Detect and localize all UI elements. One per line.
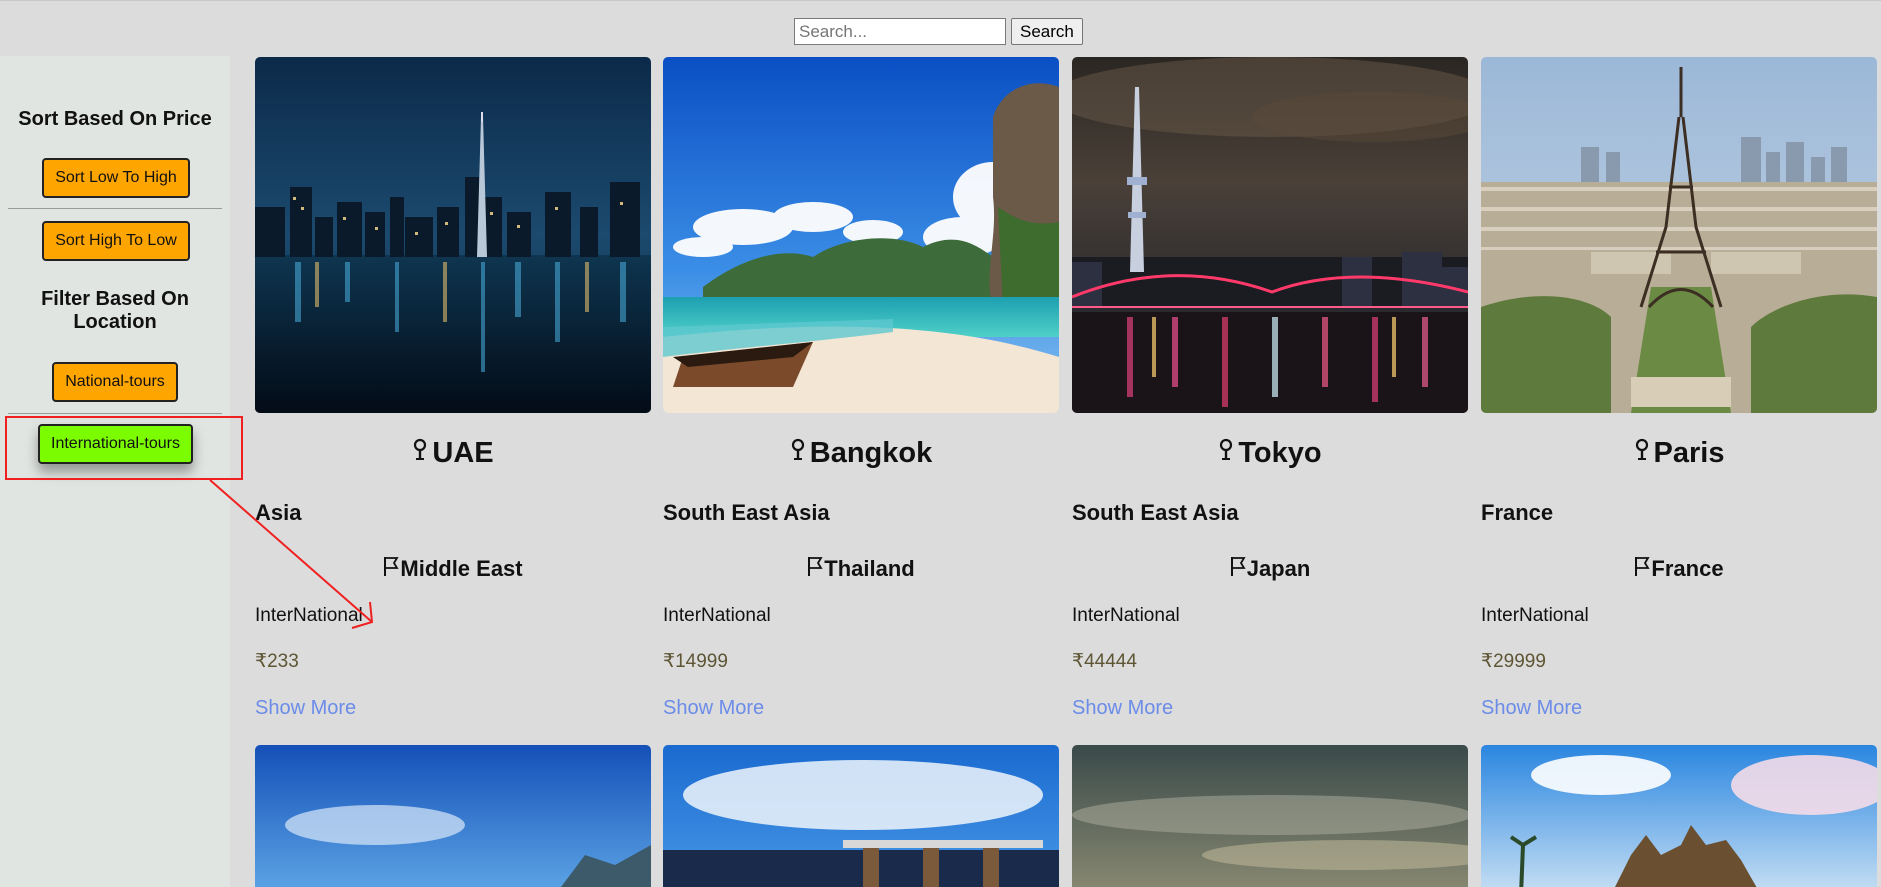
- card-region: Asia: [255, 500, 302, 525]
- card-price: ₹29999: [1481, 651, 1546, 672]
- card-city-label: UAE: [432, 437, 494, 469]
- search-bar: Search: [794, 18, 1083, 45]
- sort-low-to-high-button[interactable]: Sort Low To High: [42, 158, 190, 198]
- card-country: Middle East: [255, 555, 651, 583]
- map-pin-icon: [1634, 436, 1650, 470]
- annotation-highlight-box: [5, 416, 243, 480]
- card-city: Paris: [1481, 436, 1877, 470]
- card-city: UAE: [255, 436, 651, 470]
- search-button[interactable]: Search: [1011, 18, 1083, 45]
- card-tour-type: InterNational: [255, 605, 363, 626]
- show-more-link[interactable]: Show More: [1481, 696, 1877, 720]
- divider: [8, 208, 222, 209]
- card-tour-type: InterNational: [1072, 605, 1180, 626]
- card-price: ₹14999: [663, 651, 728, 672]
- sort-heading: Sort Based On Price: [18, 108, 212, 130]
- card-country-label: Middle East: [400, 556, 523, 581]
- map-pin-icon: [790, 436, 806, 470]
- card-image-partial[interactable]: [1481, 745, 1877, 887]
- card-country-label: Japan: [1246, 556, 1311, 581]
- divider: [8, 413, 222, 414]
- sort-high-to-low-button[interactable]: Sort High To Low: [42, 221, 190, 261]
- search-input[interactable]: [794, 18, 1006, 45]
- flag-icon: [807, 555, 823, 583]
- card-region: South East Asia: [663, 500, 830, 525]
- card-city: Tokyo: [1072, 436, 1468, 470]
- card-image-partial[interactable]: [663, 745, 1059, 887]
- card-region: France: [1481, 500, 1554, 525]
- map-pin-icon: [412, 436, 428, 470]
- card-price: ₹44444: [1072, 651, 1137, 672]
- card-image-bangkok[interactable]: [663, 57, 1059, 413]
- card-country: Thailand: [663, 555, 1059, 583]
- filter-heading: Filter Based On Location: [41, 288, 189, 333]
- card-city: Bangkok: [663, 436, 1059, 470]
- card-image-partial[interactable]: [1072, 745, 1468, 887]
- show-more-link[interactable]: Show More: [663, 696, 1059, 720]
- show-more-link[interactable]: Show More: [255, 696, 651, 720]
- card-city-label: Tokyo: [1238, 437, 1322, 469]
- map-pin-icon: [1218, 436, 1234, 470]
- card-country: Japan: [1072, 555, 1468, 583]
- card-image-partial[interactable]: [255, 745, 651, 887]
- card-image-tokyo[interactable]: [1072, 57, 1468, 413]
- card-tour-type: InterNational: [663, 605, 771, 626]
- flag-icon: [1634, 555, 1651, 583]
- card-price: ₹233: [255, 651, 299, 672]
- card-tour-type: InterNational: [1481, 605, 1589, 626]
- flag-icon: [1230, 555, 1246, 583]
- card-country-label: Thailand: [824, 556, 915, 581]
- national-tours-button[interactable]: National-tours: [52, 362, 178, 402]
- card-country-label: France: [1651, 556, 1724, 581]
- card-city-label: Paris: [1653, 437, 1725, 469]
- card-region: South East Asia: [1072, 500, 1239, 525]
- show-more-link[interactable]: Show More: [1072, 696, 1468, 720]
- card-image-paris[interactable]: [1481, 57, 1877, 413]
- card-image-uae[interactable]: [255, 57, 651, 413]
- card-country: France: [1481, 555, 1877, 583]
- flag-icon: [383, 555, 399, 583]
- top-bar: Search: [0, 0, 1881, 56]
- card-city-label: Bangkok: [809, 437, 933, 469]
